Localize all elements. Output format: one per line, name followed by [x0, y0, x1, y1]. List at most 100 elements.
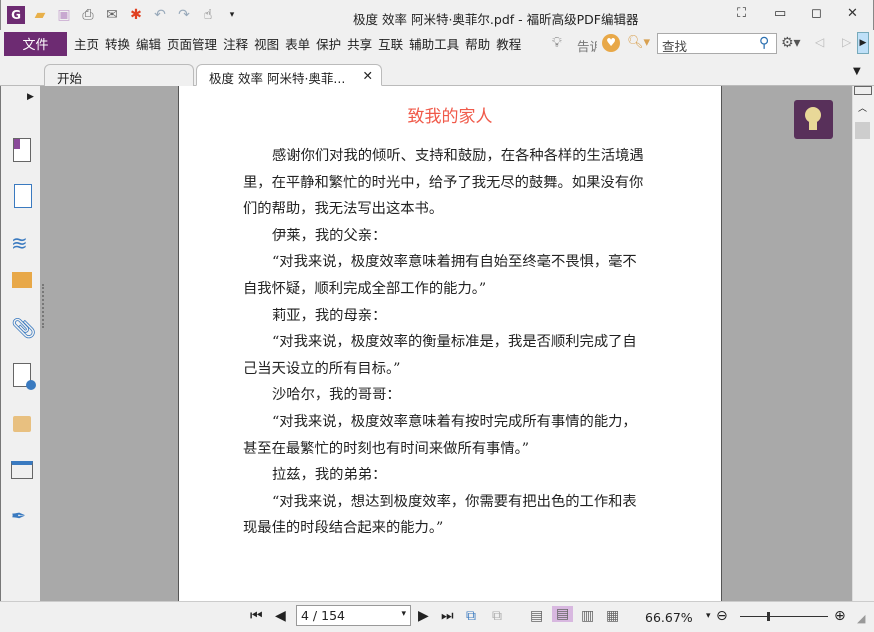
document-text-line: 莉亚，我的母亲：: [272, 307, 387, 324]
continuous-page-icon[interactable]: ▤: [552, 606, 574, 622]
tab-document[interactable]: 极度 效率 阿米特·奥菲... ✕: [196, 64, 382, 86]
form-fields-icon[interactable]: [11, 461, 33, 479]
document-text-line: 己当天设立的所有目标。”: [243, 360, 401, 377]
undo-icon[interactable]: ↶: [151, 6, 169, 24]
scroll-left-icon[interactable]: ◁: [815, 35, 824, 49]
tab-start[interactable]: 开始: [44, 64, 194, 86]
expand-panel-icon[interactable]: ▶: [27, 92, 34, 102]
menu-comment[interactable]: 注释: [220, 34, 251, 53]
zoom-level[interactable]: 66.67%: [645, 610, 693, 625]
maximize-button[interactable]: ◻: [811, 6, 822, 21]
page-number-input[interactable]: 4 / 154 ▾: [296, 605, 411, 626]
ribbon-expand-button[interactable]: ▶: [857, 32, 869, 54]
tips-lightbulb-button[interactable]: [794, 100, 833, 139]
menu-help[interactable]: 帮助: [462, 34, 493, 53]
previous-page-button[interactable]: ◀: [275, 608, 286, 624]
heart-icon[interactable]: ♥: [602, 34, 620, 52]
document-text-line: 里，在平静和繁忙的时光中，给予了我无尽的鼓舞。如果没有你: [243, 174, 644, 191]
lightbulb-icon[interactable]: 💡︎: [552, 35, 562, 51]
email-icon[interactable]: ✉: [103, 6, 121, 24]
page-dropdown-icon[interactable]: ▾: [401, 609, 406, 619]
customize-dropdown-icon[interactable]: ▾: [223, 6, 241, 24]
vertical-scrollbar[interactable]: ︿: [852, 86, 873, 601]
zoom-in-icon[interactable]: ⊕: [834, 608, 846, 624]
document-title: 致我的家人: [407, 107, 493, 127]
title-bar: G ▰ ▣ ⎙ ✉ ✱ ↶ ↷ ☝ ▾ 极度 效率 阿米特·奥菲尔.pdf - …: [0, 0, 874, 30]
next-page-button[interactable]: ▶: [418, 608, 429, 624]
save-icon[interactable]: ▣: [55, 6, 73, 24]
open-icon[interactable]: ▰: [31, 6, 49, 24]
document-text-line: “对我来说，极度效率意味着拥有自始至终毫不畏惧，毫不: [272, 254, 637, 271]
hand-tool-icon[interactable]: ☝: [199, 6, 217, 24]
document-text-line: “对我来说，想达到极度效率，你需要有把出色的工作和表: [272, 493, 637, 510]
page-number-value: 4 / 154: [301, 608, 345, 623]
menu-accessibility[interactable]: 辅助工具: [406, 34, 462, 53]
zoom-slider-thumb[interactable]: [767, 612, 770, 621]
facing-pages-icon[interactable]: ▥: [581, 608, 594, 624]
folder-search-icon[interactable]: 🔍︎▾: [627, 35, 650, 50]
fullscreen-icon[interactable]: ⛶: [737, 6, 746, 21]
document-text-line: “对我来说，极度效率意味着有按时完成所有事情的能力，: [272, 414, 637, 430]
app-logo-icon: G: [7, 6, 25, 24]
gear-icon[interactable]: ⚙▾: [781, 35, 801, 51]
file-menu-button[interactable]: 文件: [4, 31, 67, 56]
document-text-line: 感谢你们对我的倾听、支持和鼓励，在各种各样的生活境遇: [272, 148, 644, 164]
tab-label: 极度 效率 阿米特·奥菲...: [209, 71, 346, 86]
menu-form[interactable]: 表单: [282, 34, 313, 53]
document-text-line: 们的帮助，我无法写出这本书。: [243, 201, 444, 218]
window-title: 极度 效率 阿米特·奥菲尔.pdf - 福昕高级PDF编辑器: [353, 12, 639, 27]
scrollbar-thumb[interactable]: [855, 122, 870, 139]
pdf-page: 致我的家人 感谢你们对我的倾听、支持和鼓励，在各种各样的生活境遇里，在平静和繁忙…: [178, 86, 722, 601]
redo-icon[interactable]: ↷: [175, 6, 193, 24]
menu-convert[interactable]: 转换: [102, 34, 133, 53]
first-page-button[interactable]: ⏮: [250, 608, 263, 624]
close-button[interactable]: ✕: [847, 6, 858, 21]
pages-icon[interactable]: [14, 184, 32, 208]
single-page-icon[interactable]: ▤: [530, 608, 543, 624]
navigation-panel: ▶ ≋ 📎︎ ✒: [0, 86, 40, 601]
close-tab-icon[interactable]: ✕: [363, 68, 373, 83]
document-tabs: 开始 极度 效率 阿米特·奥菲... ✕ ▼: [0, 62, 874, 86]
minimize-button[interactable]: ▭: [774, 6, 786, 21]
split-handle[interactable]: [854, 86, 872, 95]
tab-list-dropdown-icon[interactable]: ▼: [853, 66, 861, 77]
zoom-slider[interactable]: [740, 612, 828, 621]
print-icon[interactable]: ⎙: [79, 6, 97, 24]
continuous-facing-icon[interactable]: ▦: [606, 608, 619, 624]
security-lock-icon[interactable]: [13, 416, 31, 432]
zoom-dropdown-icon[interactable]: ▾: [706, 611, 711, 621]
document-text-line: 伊莱，我的父亲：: [272, 227, 387, 244]
document-text-line: 甚至在最繁忙的时刻也有时间来做所有事情。”: [243, 440, 530, 457]
document-text-line: 沙哈尔，我的哥哥：: [272, 387, 401, 404]
menu-edit[interactable]: 编辑: [133, 34, 164, 53]
previous-view-icon[interactable]: ⧉: [466, 608, 476, 624]
search-icon[interactable]: ⚲: [759, 35, 769, 51]
scroll-right-icon[interactable]: ▷: [842, 35, 851, 49]
tell-me[interactable]: 告诉: [577, 36, 597, 55]
menu-share[interactable]: 共享: [344, 34, 375, 53]
menu-home[interactable]: 主页: [71, 34, 102, 53]
comments-icon[interactable]: [12, 272, 32, 288]
new-icon[interactable]: ✱: [127, 6, 145, 24]
menu-connect[interactable]: 互联: [375, 34, 406, 53]
bookmark-icon[interactable]: [13, 138, 31, 162]
menu-protect[interactable]: 保护: [313, 34, 344, 53]
document-viewer: 致我的家人 感谢你们对我的倾听、支持和鼓励，在各种各样的生活境遇里，在平静和繁忙…: [40, 86, 852, 601]
certificate-pen-icon[interactable]: ✒: [11, 506, 33, 530]
next-view-icon[interactable]: ⧉: [492, 608, 502, 624]
menu-tutorial[interactable]: 教程: [493, 34, 524, 53]
tab-label: 开始: [57, 71, 83, 86]
layers-icon[interactable]: ≋: [11, 231, 33, 255]
scroll-up-icon[interactable]: ︿: [858, 101, 867, 114]
document-text-line: “对我来说，极度效率的衡量标准是，我是否顺利完成了自: [272, 334, 637, 351]
resize-grip-icon[interactable]: ◢: [857, 612, 865, 625]
attachment-icon[interactable]: 📎︎: [11, 316, 36, 340]
signature-icon[interactable]: [13, 363, 36, 390]
zoom-out-icon[interactable]: ⊖: [716, 608, 728, 624]
document-text-line: 拉兹，我的弟弟：: [272, 467, 387, 484]
quick-access-toolbar: G ▰ ▣ ⎙ ✉ ✱ ↶ ↷ ☝ ▾: [7, 6, 241, 24]
menu-page-organize[interactable]: 页面管理: [164, 34, 220, 53]
menu-view[interactable]: 视图: [251, 34, 282, 53]
panel-resize-handle[interactable]: [42, 284, 45, 328]
last-page-button[interactable]: ⏭: [441, 608, 454, 624]
